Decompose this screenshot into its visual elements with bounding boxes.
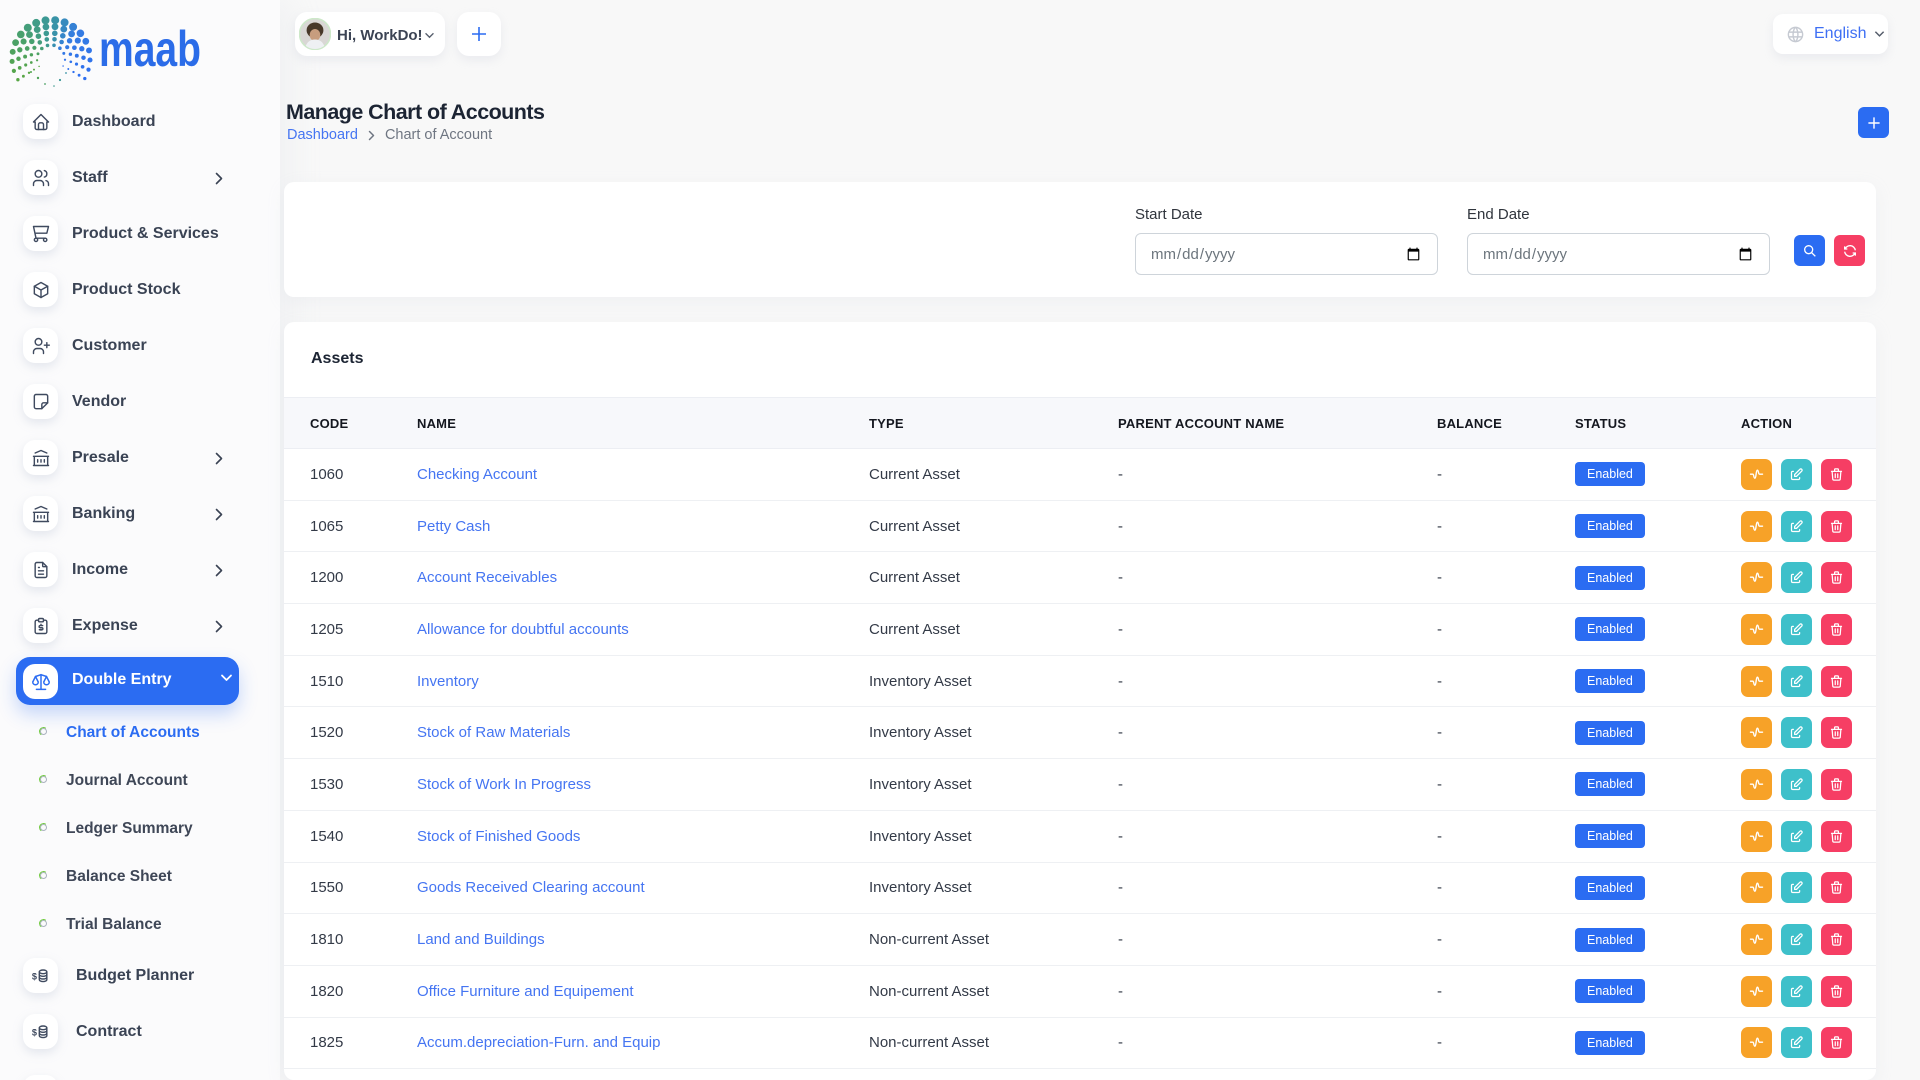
svg-text:maab: maab bbox=[99, 21, 201, 77]
svg-text:$: $ bbox=[31, 971, 36, 981]
svg-text:$: $ bbox=[31, 1027, 36, 1037]
